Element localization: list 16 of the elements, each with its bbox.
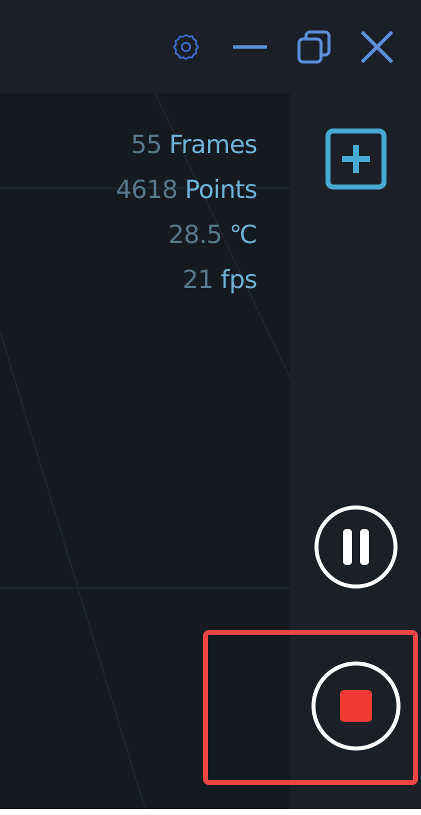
minimize-icon (233, 44, 267, 48)
pause-button[interactable] (314, 505, 398, 589)
stat-readout: 4618 Points (116, 174, 257, 206)
stop-button[interactable] (310, 661, 400, 751)
pause-icon (314, 505, 398, 589)
restore-icon (297, 30, 331, 64)
stat-readout: 28.5 ℃ (168, 219, 257, 251)
add-icon (324, 128, 386, 190)
close-icon (361, 30, 393, 62)
add-button[interactable] (324, 128, 386, 190)
stat-readout: 55 Frames (130, 129, 257, 161)
restore-button[interactable] (297, 30, 331, 64)
minimize-button[interactable] (233, 44, 267, 48)
close-button[interactable] (361, 30, 393, 62)
stop-icon (310, 661, 400, 751)
stat-readout: 21 fps (182, 264, 257, 296)
